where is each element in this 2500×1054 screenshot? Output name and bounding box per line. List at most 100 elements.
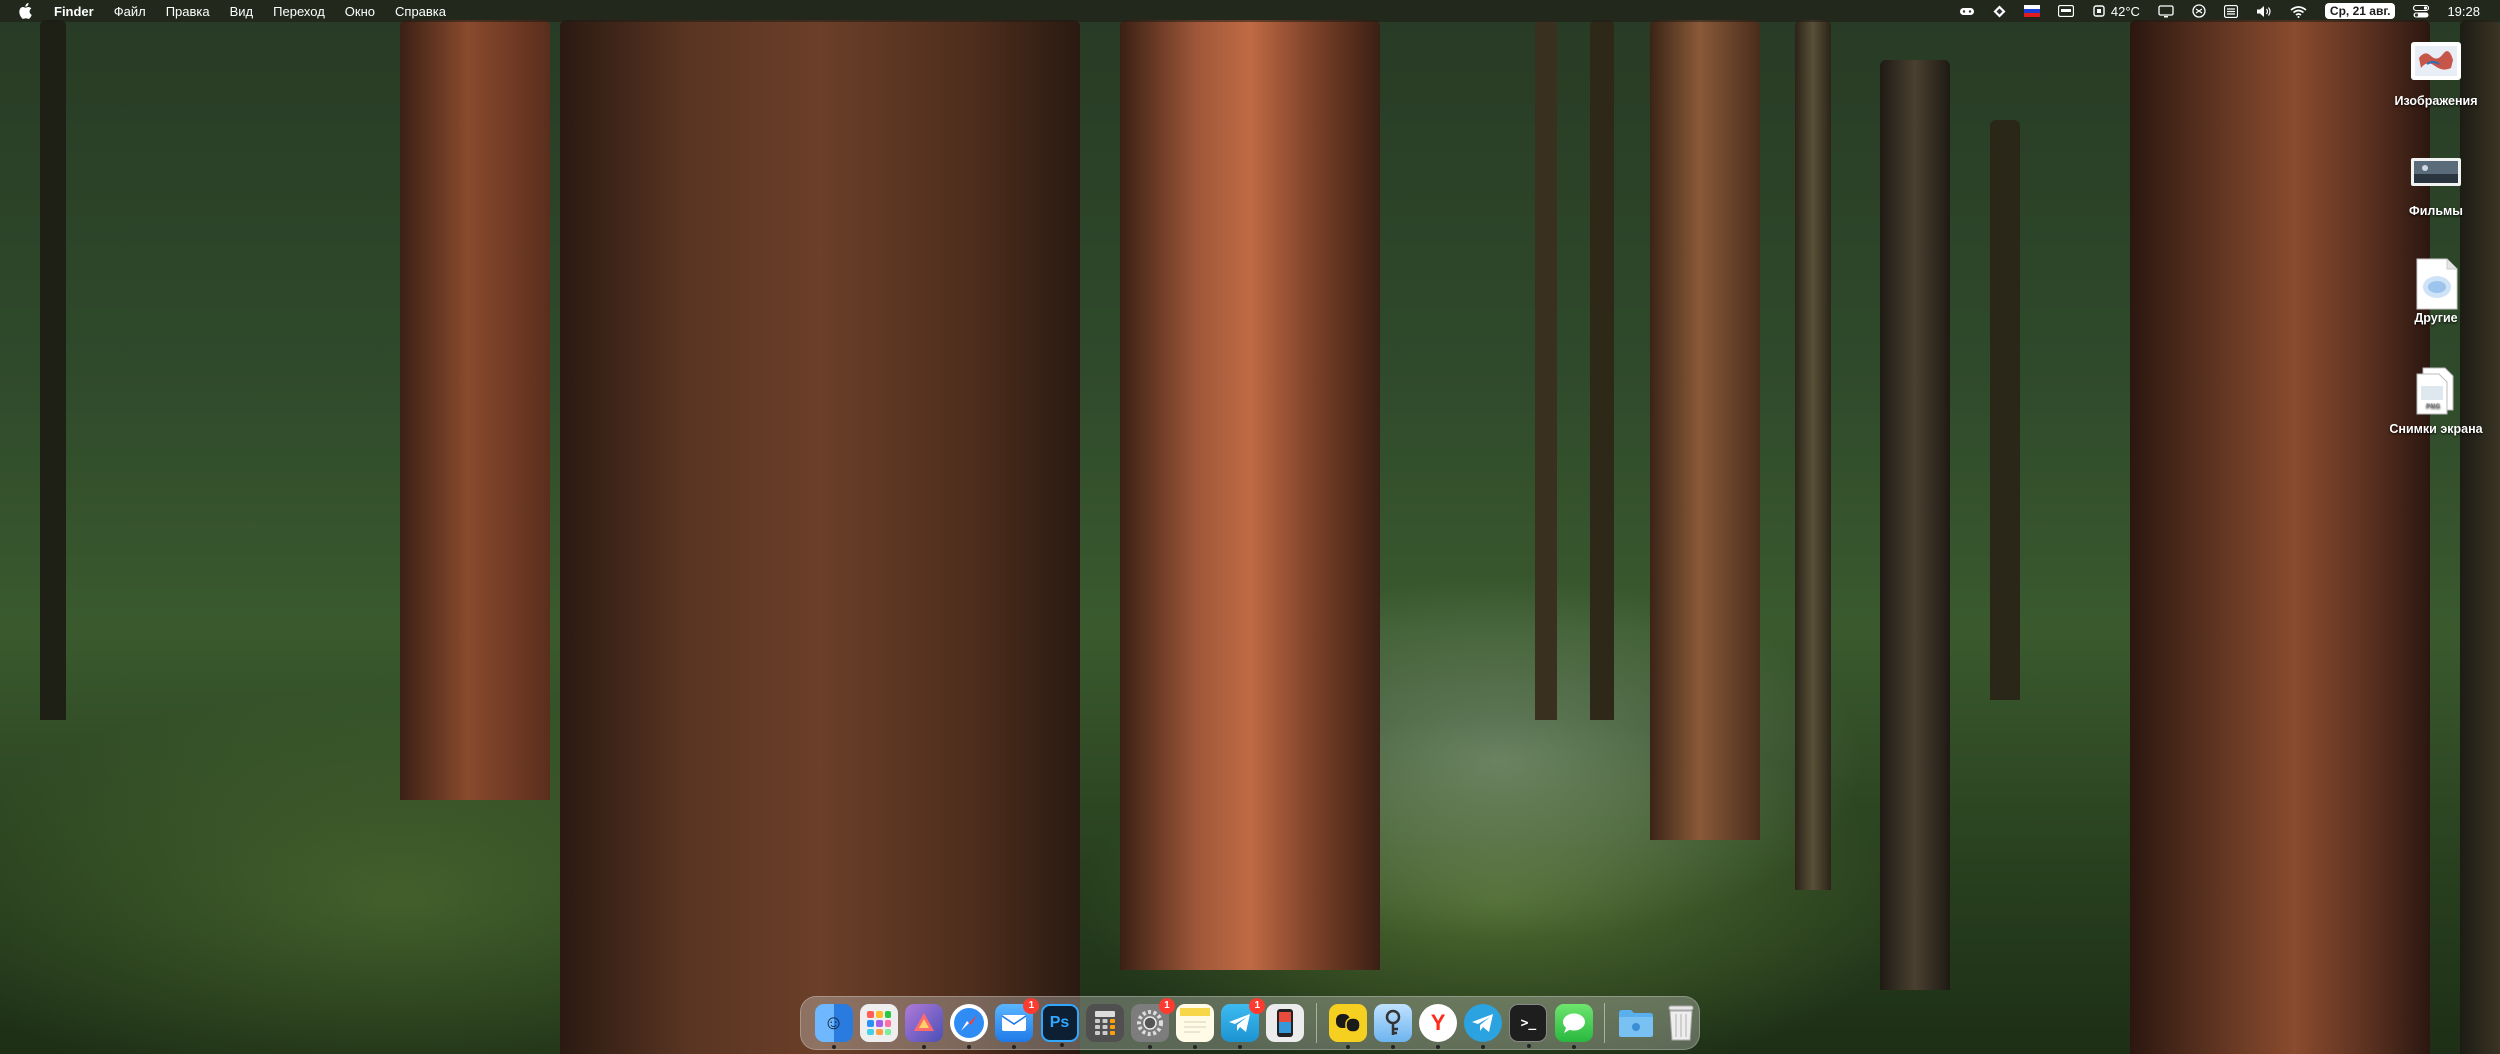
- running-indicator: [1390, 1045, 1395, 1049]
- png-file-icon: PNG: [2407, 366, 2465, 416]
- running-indicator: [1436, 1045, 1441, 1049]
- volume-icon[interactable]: [2256, 5, 2272, 18]
- desktop-wallpaper: [0, 0, 2500, 1054]
- dock-app-finder[interactable]: ☺: [814, 1004, 853, 1049]
- display-icon[interactable]: [2158, 4, 2174, 18]
- running-indicator: [1193, 1045, 1198, 1049]
- dock-app-yandex-browser[interactable]: Y: [1419, 1004, 1458, 1049]
- running-indicator: [921, 1045, 926, 1049]
- control-center-icon[interactable]: [2413, 4, 2430, 18]
- menu-bar: Finder Файл Правка Вид Переход Окно Спра…: [0, 0, 2500, 22]
- menu-view[interactable]: Вид: [230, 4, 254, 19]
- temperature-value: 42°C: [2110, 3, 2140, 19]
- terminal-icon: >_: [1520, 1015, 1537, 1031]
- safari-icon: [954, 1008, 985, 1038]
- dock-app-yandex-messenger[interactable]: [1328, 1004, 1367, 1049]
- notes-icon: [1180, 1008, 1211, 1033]
- running-indicator: [1147, 1045, 1152, 1049]
- map-image-icon: [2407, 38, 2465, 88]
- dock-app-mail[interactable]: 1: [995, 998, 1040, 1049]
- cpu-icon: [2093, 5, 2105, 17]
- running-indicator: [1345, 1045, 1350, 1049]
- apple-logo-icon[interactable]: [18, 3, 32, 19]
- dock-app-keychain[interactable]: [1373, 1004, 1412, 1049]
- running-indicator: [1059, 1043, 1064, 1047]
- diamond-icon[interactable]: [1993, 5, 2006, 18]
- wallpaper-tree: [1535, 20, 1557, 720]
- folder-icon: [1618, 1010, 1653, 1037]
- telegram-icon: [1229, 1014, 1251, 1032]
- menu-go[interactable]: Переход: [273, 4, 325, 19]
- trash-icon: [1668, 1005, 1694, 1041]
- russian-flag-icon[interactable]: [2023, 5, 2040, 17]
- menu-edit[interactable]: Правка: [166, 4, 210, 19]
- desktop-icon-label: Изображения: [2394, 94, 2478, 108]
- dock-app-pixelmator[interactable]: [904, 1004, 943, 1049]
- wallpaper-tree: [1795, 20, 1831, 890]
- desktop-icon-label: Снимки экрана: [2389, 422, 2483, 436]
- document-icon: [2407, 255, 2465, 310]
- date-button[interactable]: Ср, 21 авг.: [2324, 3, 2396, 19]
- mail-icon: [1001, 1015, 1027, 1031]
- desktop-icon-label: Фильмы: [2409, 204, 2463, 218]
- phone-icon: [1277, 1009, 1294, 1037]
- notification-badge: 1: [1249, 998, 1266, 1014]
- id-card-icon[interactable]: [2057, 5, 2074, 17]
- running-indicator: [1012, 1045, 1017, 1049]
- desktop-icon-images[interactable]: Изображения: [2371, 38, 2500, 108]
- wallpaper-tree: [40, 20, 66, 720]
- temperature-indicator[interactable]: 42°C: [2092, 4, 2140, 19]
- dock-app-calculator[interactable]: [1085, 1004, 1124, 1042]
- keychain-icon: [1385, 1009, 1401, 1035]
- dock-separator: [1604, 1003, 1606, 1043]
- chat-bubbles-icon: [1335, 1014, 1361, 1033]
- pixelmator-icon: [913, 1013, 934, 1031]
- dock-app-mobile[interactable]: [1266, 1004, 1305, 1042]
- gear-icon: [1136, 1010, 1163, 1036]
- dock-app-launchpad[interactable]: [859, 1004, 898, 1042]
- dock-app-telegram[interactable]: [1464, 1004, 1503, 1049]
- dock-separator: [1316, 1003, 1318, 1043]
- accessibility-icon[interactable]: [2192, 4, 2206, 18]
- calculator-icon: [1094, 1011, 1115, 1035]
- photoshop-icon: Ps: [1049, 1014, 1070, 1031]
- menu-window[interactable]: Окно: [345, 4, 375, 19]
- dock-stack-downloads[interactable]: [1617, 1004, 1655, 1042]
- dock-app-safari[interactable]: [950, 1004, 989, 1049]
- yandex-icon: Y: [1430, 1010, 1446, 1035]
- menu-app-finder[interactable]: Finder: [54, 4, 94, 19]
- status-area: 42°C Ср, 21 авг. 19:28: [1941, 0, 2480, 22]
- dock: ☺ 1 Ps 1 1 Y >_: [800, 996, 1700, 1050]
- dock-app-terminal[interactable]: >_: [1509, 1004, 1548, 1048]
- video-thumbnail-icon: [2407, 148, 2465, 198]
- wifi-icon[interactable]: [2290, 5, 2307, 18]
- list-icon[interactable]: [2223, 4, 2238, 18]
- wallpaper-tree: [560, 20, 1080, 1054]
- dock-app-messages[interactable]: [1554, 1004, 1593, 1049]
- menu-help[interactable]: Справка: [395, 4, 446, 19]
- running-indicator: [1238, 1045, 1243, 1049]
- running-indicator: [967, 1045, 972, 1049]
- dock-app-system-settings[interactable]: 1: [1130, 998, 1175, 1049]
- wallpaper-tree: [400, 20, 550, 800]
- wallpaper-tree: [1120, 20, 1380, 970]
- desktop-icon-other[interactable]: Другие: [2371, 255, 2500, 325]
- running-indicator: [1481, 1045, 1486, 1049]
- dock-trash[interactable]: [1662, 1004, 1700, 1042]
- desktop-icon-label: Другие: [2414, 311, 2458, 325]
- dock-app-notes[interactable]: [1176, 1004, 1215, 1049]
- telegram-icon: [1472, 1014, 1494, 1032]
- menu-file[interactable]: Файл: [114, 4, 146, 19]
- messages-icon: [1562, 1013, 1585, 1033]
- launchpad-icon: [866, 1011, 891, 1035]
- running-indicator: [1571, 1045, 1576, 1049]
- wallpaper-tree: [1590, 20, 1614, 720]
- clock[interactable]: 19:28: [2447, 4, 2480, 19]
- dock-app-photoshop[interactable]: Ps: [1040, 1004, 1079, 1047]
- svg-text:PNG: PNG: [2426, 403, 2440, 410]
- desktop-icon-movies[interactable]: Фильмы: [2371, 148, 2500, 218]
- notification-badge: 1: [1023, 998, 1040, 1014]
- dock-app-telegram-lite[interactable]: 1: [1221, 998, 1266, 1049]
- gamepad-icon[interactable]: [1959, 5, 1975, 17]
- desktop-icon-screenshots[interactable]: PNG Снимки экрана: [2371, 366, 2500, 436]
